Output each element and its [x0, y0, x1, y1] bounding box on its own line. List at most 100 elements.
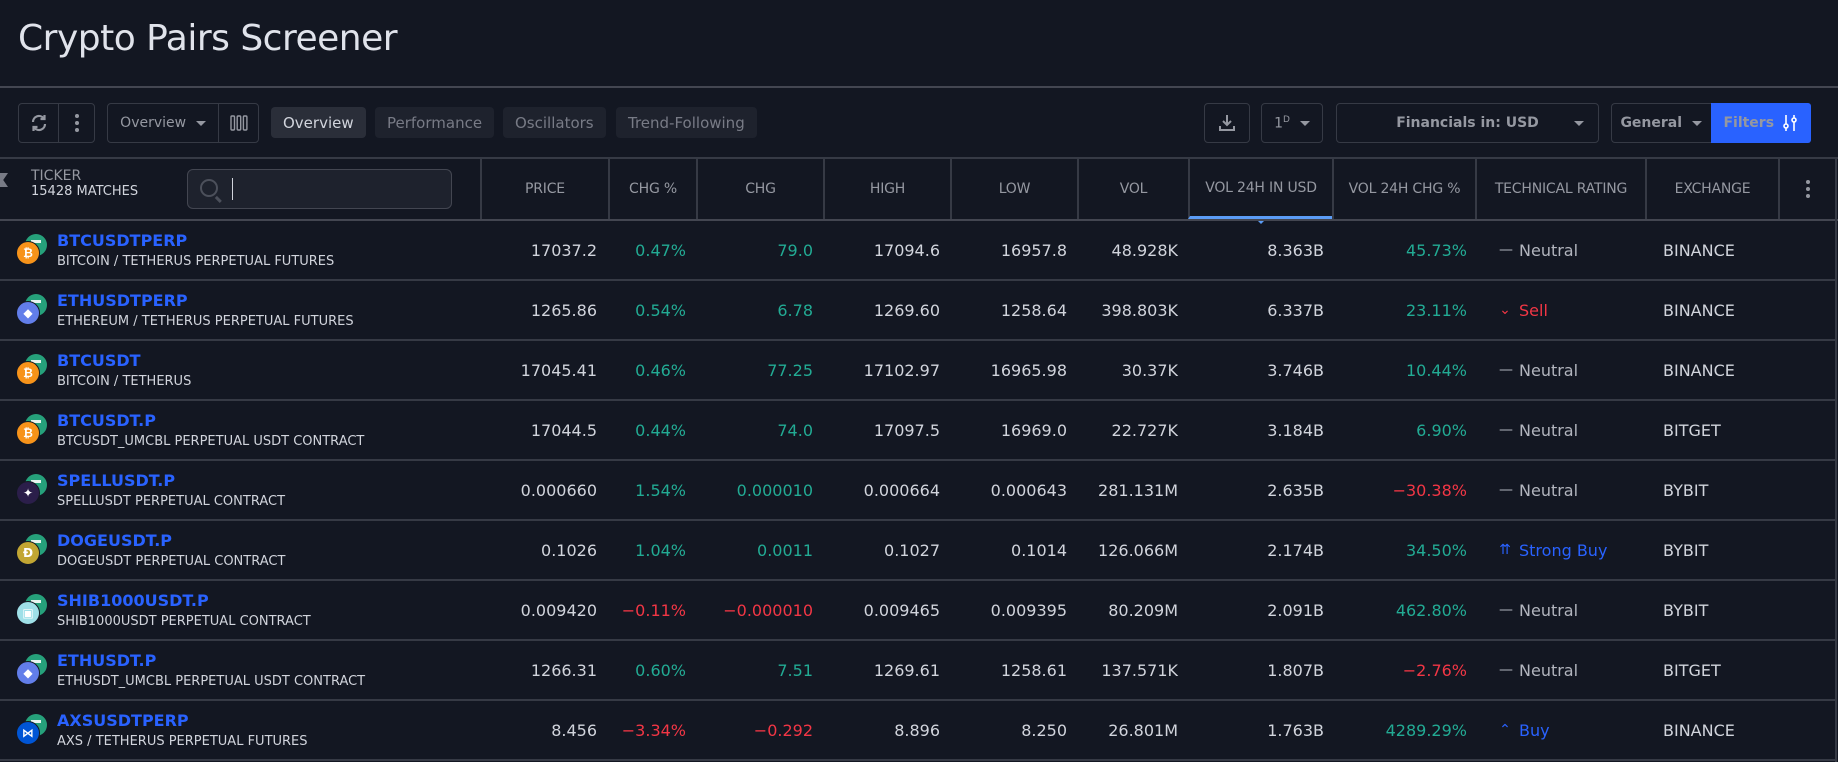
interval-seg: 1D: [1262, 104, 1322, 142]
rating-neutral-icon: —: [1499, 482, 1513, 498]
interval-label: 1D: [1274, 115, 1290, 132]
chg-pct-cell: 0.60%: [635, 660, 686, 680]
price-cell: 0.1026: [541, 540, 597, 560]
chevron-down-icon: [196, 120, 207, 126]
tab-performance[interactable]: Performance: [375, 107, 495, 138]
chg-cell: 79.0: [777, 240, 813, 260]
column-header-chg[interactable]: CHG: [696, 159, 823, 219]
ticker-search-input[interactable]: [232, 178, 432, 200]
column-header-low[interactable]: LOW: [950, 159, 1077, 219]
sliders-icon: [1783, 115, 1797, 131]
table-row[interactable]: ◆ ETHUSDT.P ETHUSDT_UMCBL PERPETUAL USDT…: [0, 641, 1836, 701]
symbol-link[interactable]: SPELLUSDT.P: [57, 471, 175, 490]
column-header-vol-24h-chg[interactable]: VOL 24H CHG %: [1332, 159, 1475, 219]
tab-overview[interactable]: Overview: [271, 107, 366, 138]
low-cell: 8.250: [1021, 720, 1067, 740]
refresh-button[interactable]: [19, 104, 58, 142]
column-settings-button[interactable]: [1778, 159, 1836, 219]
low-cell: 0.000643: [990, 480, 1067, 500]
low-cell: 16965.98: [990, 360, 1067, 380]
column-header-vol-24h-usd[interactable]: VOL 24H IN USD: [1188, 159, 1332, 224]
table-row[interactable]: ⋈ AXSUSDTPERP AXS / TETHERUS PERPETUAL F…: [0, 701, 1836, 761]
high-cell: 17102.97: [863, 360, 940, 380]
rating-neutral-icon: —: [1499, 422, 1513, 438]
price-cell: 1265.86: [530, 300, 597, 320]
search-icon: [200, 179, 218, 197]
exchange-cell: BINANCE: [1663, 240, 1735, 260]
rating-strong-buy-icon: ⇈: [1499, 542, 1511, 558]
symbol-link[interactable]: ETHUSDT.P: [57, 651, 156, 670]
column-header-vol[interactable]: VOL: [1077, 159, 1188, 219]
high-cell: 0.1027: [884, 540, 940, 560]
high-cell: 0.000664: [863, 480, 940, 500]
tab-oscillators[interactable]: Oscillators: [503, 107, 606, 138]
general-filters-group: General Filters: [1611, 103, 1811, 143]
rating-label: Neutral: [1519, 420, 1579, 440]
column-header-price[interactable]: PRICE: [480, 159, 608, 219]
column-header-chg-pct[interactable]: CHG %: [608, 159, 696, 219]
rating-label: Buy: [1519, 720, 1550, 740]
vol-24h-chg-cell: −30.38%: [1392, 480, 1467, 500]
vol-24h-usd-cell: 3.184B: [1267, 420, 1324, 440]
symbol-description: AXS / TETHERUS PERPETUAL FUTURES: [57, 734, 308, 749]
collapse-icon[interactable]: [0, 173, 8, 187]
ticker-column-header[interactable]: TICKER: [31, 168, 81, 184]
rating-neutral-icon: —: [1499, 362, 1513, 378]
table-row[interactable]: ✦ SPELLUSDT.P SPELLUSDT PERPETUAL CONTRA…: [0, 461, 1836, 521]
download-button[interactable]: [1204, 103, 1250, 143]
symbol-link[interactable]: SHIB1000USDT.P: [57, 591, 209, 610]
table-row[interactable]: ◆ ETHUSDTPERP ETHEREUM / TETHERUS PERPET…: [0, 281, 1836, 341]
vol-24h-chg-cell: 10.44%: [1405, 360, 1467, 380]
table-row[interactable]: ₿ BTCUSDT.P BTCUSDT_UMCBL PERPETUAL USDT…: [0, 401, 1836, 461]
high-cell: 0.009465: [863, 600, 940, 620]
column-header-high[interactable]: HIGH: [823, 159, 950, 219]
symbol-link[interactable]: BTCUSDT.P: [57, 411, 156, 430]
vol-cell: 22.727K: [1111, 420, 1178, 440]
column-header-exchange[interactable]: EXCHANGE: [1645, 159, 1778, 219]
price-cell: 8.456: [551, 720, 597, 740]
table-row[interactable]: Ð DOGEUSDT.P DOGEUSDT PERPETUAL CONTRACT…: [0, 521, 1836, 581]
low-cell: 16969.0: [1000, 420, 1067, 440]
chg-cell: −0.000010: [723, 600, 813, 620]
coin-logo: ₿: [16, 234, 47, 265]
column-header-technical-rating[interactable]: TECHNICAL RATING: [1475, 159, 1645, 219]
columns-button[interactable]: [218, 104, 258, 142]
rating-label: Neutral: [1519, 240, 1579, 260]
chevron-down-icon: [1574, 121, 1584, 126]
price-cell: 17037.2: [530, 240, 597, 260]
technical-rating-cell: — Neutral: [1499, 341, 1645, 399]
column-header-label: VOL 24H IN USD: [1205, 179, 1317, 196]
tab-trend-following[interactable]: Trend-Following: [616, 107, 757, 138]
view-select-dropdown[interactable]: Overview: [108, 104, 218, 142]
chg-pct-cell: 0.54%: [635, 300, 686, 320]
more-options-button[interactable]: [58, 104, 94, 142]
table-row[interactable]: ₿ BTCUSDT BITCOIN / TETHERUS 17045.41 0.…: [0, 341, 1836, 401]
chg-pct-cell: 0.46%: [635, 360, 686, 380]
symbol-link[interactable]: AXSUSDTPERP: [57, 711, 189, 730]
chg-cell: 0.0011: [757, 540, 813, 560]
ticker-search[interactable]: [187, 169, 452, 209]
filters-button[interactable]: Filters: [1710, 103, 1811, 143]
filters-label: Filters: [1723, 115, 1775, 131]
table-row[interactable]: ₿ BTCUSDTPERP BITCOIN / TETHERUS PERPETU…: [0, 221, 1836, 281]
table-row[interactable]: ▣ SHIB1000USDT.P SHIB1000USDT PERPETUAL …: [0, 581, 1836, 641]
table-edge: [1835, 159, 1837, 762]
technical-rating-cell: ⌃ Buy: [1499, 701, 1645, 759]
financials-currency-dropdown[interactable]: Financials in: USD: [1336, 103, 1599, 143]
symbol-link[interactable]: BTCUSDTPERP: [57, 231, 187, 250]
coin-logo: ◆: [16, 654, 47, 685]
interval-dropdown[interactable]: 1D: [1261, 103, 1323, 143]
exchange-cell: BYBIT: [1663, 600, 1709, 620]
symbol-link[interactable]: DOGEUSDT.P: [57, 531, 172, 550]
high-cell: 17097.5: [873, 420, 940, 440]
symbol-link[interactable]: ETHUSDTPERP: [57, 291, 188, 310]
low-cell: 0.009395: [990, 600, 1067, 620]
general-dropdown[interactable]: General: [1612, 104, 1711, 142]
coin-logo: ₿: [16, 354, 47, 385]
chg-cell: 6.78: [777, 300, 813, 320]
chg-cell: 77.25: [767, 360, 813, 380]
vol-24h-usd-cell: 8.363B: [1267, 240, 1324, 260]
vol-24h-usd-cell: 3.746B: [1267, 360, 1324, 380]
vol-24h-usd-cell: 2.091B: [1267, 600, 1324, 620]
symbol-link[interactable]: BTCUSDT: [57, 351, 141, 370]
